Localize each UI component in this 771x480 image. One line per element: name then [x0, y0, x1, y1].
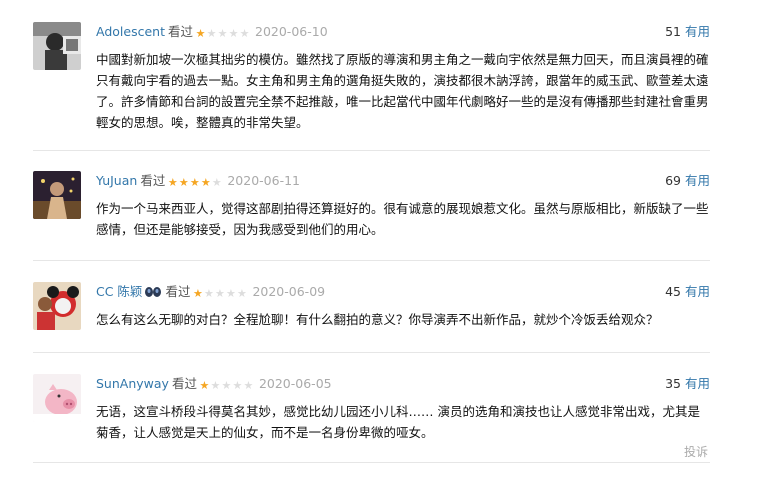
useful-vote[interactable]: 69 有用 [665, 171, 710, 191]
review-item: Adolescent 看过 ★ ★ ★ ★ ★ 2020-06-10 51 有用 中國對新加坡一… [33, 22, 710, 132]
review-item: SunAnyway 看过 ★ ★ ★ ★ ★ 2020-06-05 35 有用 无语，这宣斗桥段… [33, 374, 710, 444]
author-link[interactable]: Adolescent [96, 24, 165, 39]
star-empty-icon: ★ [217, 27, 228, 40]
avatar[interactable] [33, 171, 81, 219]
star-empty-icon: ★ [211, 176, 222, 189]
star-empty-icon: ★ [243, 379, 254, 392]
useful-vote[interactable]: 45 有用 [665, 282, 710, 302]
useful-count: 45 [665, 284, 681, 299]
useful-vote[interactable]: 51 有用 [665, 22, 710, 42]
star-empty-icon: ★ [239, 27, 250, 40]
author-link[interactable]: YuJuan [96, 173, 137, 188]
useful-count: 35 [665, 376, 681, 391]
useful-button[interactable]: 有用 [685, 24, 710, 39]
useful-count: 69 [665, 173, 681, 188]
review-text: 作为一个马来西亚人，觉得这部剧拍得还算挺好的。很有诚意的展现娘惹文化。虽然与原版… [96, 201, 709, 237]
review-item: CC 陈颖 看过 ★ ★ ★ ★ ★ 2020-06-09 45 有用 怎么有这么无聊的对白？全… [33, 282, 710, 337]
star-empty-icon: ★ [210, 379, 221, 392]
star-filled-icon: ★ [199, 379, 210, 392]
review-date: 2020-06-10 [255, 24, 328, 39]
author-link[interactable]: CC 陈颖 [96, 284, 142, 299]
divider [33, 462, 710, 463]
star-empty-icon: ★ [228, 27, 239, 40]
useful-button[interactable]: 有用 [685, 376, 710, 391]
star-filled-icon: ★ [167, 176, 178, 189]
star-empty-icon: ★ [204, 287, 214, 300]
useful-vote[interactable]: 35 有用 [665, 374, 710, 394]
divider [33, 260, 710, 261]
review-header: YuJuan 看过 ★ ★ ★ ★ ★ 2020-06-11 69 有用 [96, 171, 710, 191]
avatar[interactable] [33, 22, 81, 70]
avatar[interactable] [33, 374, 81, 422]
seen-label: 看过 [140, 173, 166, 188]
star-filled-icon: ★ [189, 176, 200, 189]
review-header: Adolescent 看过 ★ ★ ★ ★ ★ 2020-06-10 51 有用 [96, 22, 710, 42]
star-filled-icon: ★ [193, 287, 203, 300]
rating-stars: ★ ★ ★ ★ ★ [166, 173, 222, 193]
report-link[interactable]: 投诉 [684, 443, 708, 460]
review-header: SunAnyway 看过 ★ ★ ★ ★ ★ 2020-06-05 35 有用 [96, 374, 710, 394]
review-text: 怎么有这么无聊的对白？全程尬聊！有什么翻拍的意义？你导演弄不出新作品，就炒个冷饭… [96, 312, 659, 327]
rating-stars: ★ ★ ★ ★ ★ [194, 24, 250, 44]
star-empty-icon: ★ [237, 287, 247, 300]
seen-label: 看过 [171, 376, 197, 391]
useful-button[interactable]: 有用 [685, 173, 710, 188]
rating-stars: ★ ★ ★ ★ ★ [198, 376, 254, 396]
rating-stars: ★ ★ ★ ★ ★ [191, 284, 247, 304]
author-link[interactable]: SunAnyway [96, 376, 169, 391]
seen-label: 看过 [165, 284, 191, 299]
star-filled-icon: ★ [200, 176, 211, 189]
star-empty-icon: ★ [226, 287, 236, 300]
verified-badge-icon [144, 284, 162, 304]
review-date: 2020-06-09 [252, 284, 326, 299]
divider [33, 352, 710, 353]
review-text: 无语，这宣斗桥段斗得莫名其妙，感觉比幼儿园还小儿科…… 演员的选角和演技也让人感… [96, 404, 700, 440]
review-date: 2020-06-05 [258, 376, 332, 391]
star-empty-icon: ★ [221, 379, 232, 392]
star-empty-icon: ★ [232, 379, 243, 392]
seen-label: 看过 [167, 24, 193, 39]
avatar[interactable] [33, 282, 81, 330]
review-item: YuJuan 看过 ★ ★ ★ ★ ★ 2020-06-11 69 有用 作为一个马来西亚人，觉… [33, 171, 710, 246]
review-list: Adolescent 看过 ★ ★ ★ ★ ★ 2020-06-10 51 有用 中國對新加坡一… [0, 0, 771, 480]
star-filled-icon: ★ [178, 176, 189, 189]
star-empty-icon: ★ [206, 27, 217, 40]
useful-count: 51 [665, 24, 681, 39]
review-text: 中國對新加坡一次極其拙劣的模仿。雖然找了原版的導演和男主角之一戴向宇依然是無力回… [96, 52, 709, 130]
review-header: CC 陈颖 看过 ★ ★ ★ ★ ★ 2020-06-09 45 有用 [96, 282, 710, 302]
star-filled-icon: ★ [195, 27, 206, 40]
useful-button[interactable]: 有用 [685, 284, 710, 299]
review-date: 2020-06-11 [227, 173, 300, 188]
star-empty-icon: ★ [215, 287, 225, 300]
divider [33, 150, 710, 151]
